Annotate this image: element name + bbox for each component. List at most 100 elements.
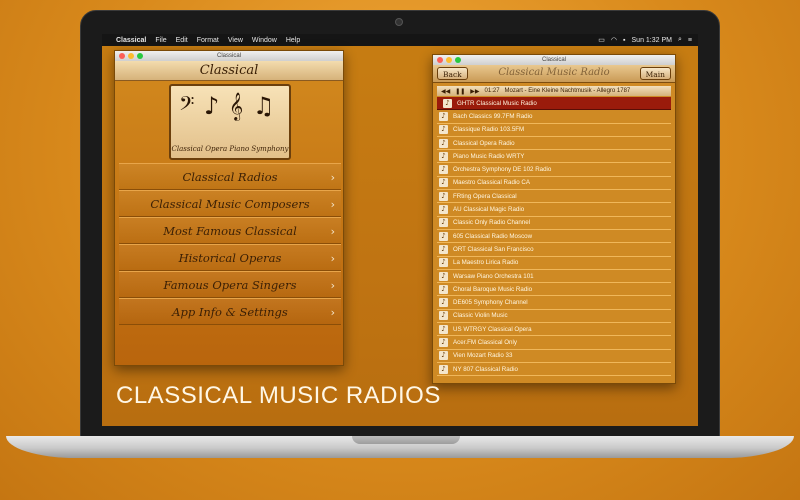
- menu-item-settings[interactable]: App Info & Settings ›: [119, 298, 341, 325]
- station-row[interactable]: ♪ FRting Opera Classical: [437, 190, 671, 204]
- chevron-right-icon: ›: [330, 252, 335, 265]
- search-icon[interactable]: ⌕: [678, 36, 682, 44]
- menu-item-most-famous[interactable]: Most Famous Classical ›: [119, 217, 341, 244]
- now-playing: Mozart - Eine Kleine Nachtmusik - Allegr…: [504, 88, 631, 94]
- radio-note-icon: ♪: [439, 244, 448, 254]
- pause-icon[interactable]: ❚❚: [455, 88, 465, 95]
- station-row[interactable]: ♪ Classical Opera Radio: [437, 136, 671, 151]
- minimize-button[interactable]: [446, 57, 452, 63]
- station-name: ORT Classical San Francisco: [453, 245, 534, 253]
- music-notes-icon: 𝄢 ♪ 𝄞 ♫: [179, 92, 276, 120]
- station-row[interactable]: ♪ Orchestra Symphony DE 102 Radio: [437, 163, 671, 177]
- logo-caption: Classical Opera Piano Symphony: [171, 145, 289, 153]
- menu-item-opera-singers[interactable]: Famous Opera Singers ›: [119, 271, 341, 298]
- station-row[interactable]: ♪ Classic Only Radio Channel: [437, 216, 671, 230]
- station-name: Acer.FM Classical Only: [453, 338, 517, 346]
- promo-caption: CLASSICAL MUSIC RADIOS: [116, 382, 441, 409]
- chevron-right-icon: ›: [330, 279, 335, 292]
- menu-list-icon[interactable]: ≡: [688, 37, 692, 44]
- station-row[interactable]: ♪ Maestro Classical Radio CA: [437, 176, 671, 191]
- chevron-right-icon: ›: [330, 171, 335, 184]
- station-row[interactable]: ♪ Warsaw Piano Orchestra 101: [437, 269, 671, 284]
- station-row[interactable]: ♪ Choral Baroque Music Radio: [437, 283, 671, 297]
- station-row[interactable]: ♪ GHTR Classical Music Radio: [437, 97, 671, 111]
- menu-item-classical-radios[interactable]: Classical Radios ›: [119, 163, 341, 190]
- left-window-titlebar[interactable]: Classical: [115, 51, 343, 61]
- status-area: ▭ ◠ ▪ Sun 1:32 PM ⌕ ≡: [598, 36, 692, 44]
- station-row[interactable]: ♪ 605 Classical Radio Moscow: [437, 229, 671, 244]
- radio-note-icon: ♪: [439, 191, 448, 201]
- camera-icon: [395, 18, 403, 26]
- radio-list-window: Classical Back Classical Music Radio Mai…: [432, 54, 676, 384]
- station-name: Classic Violin Music: [453, 312, 508, 320]
- station-name: Vien Mozart Radio 33: [453, 352, 513, 360]
- menu-format[interactable]: Format: [197, 37, 219, 44]
- left-window-title: Classical: [216, 53, 241, 59]
- main-menu-list: Classical Radios › Classical Music Compo…: [119, 163, 341, 325]
- playback-time: 01:27: [484, 88, 500, 94]
- station-name: Bach Classics 99.7FM Radio: [453, 112, 533, 120]
- station-name: NY 807 Classical Radio: [453, 365, 518, 373]
- station-row[interactable]: ♪ US WTRGY Classical Opera: [437, 323, 671, 337]
- laptop-notch: [352, 436, 460, 444]
- station-row[interactable]: ♪ Classic Violin Music: [437, 309, 671, 324]
- station-name: Piano Music Radio WRTY: [453, 152, 525, 160]
- station-row[interactable]: ♪ Classique Radio 103.5FM: [437, 123, 671, 137]
- radio-note-icon: ♪: [439, 271, 448, 281]
- station-name: US WTRGY Classical Opera: [453, 325, 532, 333]
- station-row[interactable]: ♪ Vien Mozart Radio 33: [437, 349, 671, 363]
- menu-app-name[interactable]: Classical: [116, 37, 146, 44]
- station-row[interactable]: ♪ La Maestro Lirica Radio: [437, 256, 671, 270]
- station-name: 605 Classical Radio Moscow: [453, 232, 533, 240]
- clock[interactable]: Sun 1:32 PM: [632, 37, 672, 44]
- menu-file[interactable]: File: [155, 37, 166, 44]
- menu-edit[interactable]: Edit: [176, 37, 188, 44]
- station-row[interactable]: ♪ Bach Classics 99.7FM Radio: [437, 110, 671, 124]
- station-row[interactable]: ♪ ORT Classical San Francisco: [437, 243, 671, 257]
- radio-note-icon: ♪: [439, 364, 448, 374]
- radio-note-icon: ♪: [443, 98, 452, 108]
- main-menu-window: Classical Classical 𝄢 ♪ 𝄞 ♫ Classical Op…: [114, 50, 344, 366]
- menu-item-historical-operas[interactable]: Historical Operas ›: [119, 244, 341, 271]
- rewind-icon[interactable]: ◀◀: [441, 88, 450, 95]
- menu-help[interactable]: Help: [286, 37, 300, 44]
- menu-bar: Classical File Edit Format View Window H…: [102, 34, 698, 46]
- forward-icon[interactable]: ▶▶: [470, 88, 479, 95]
- station-row[interactable]: ♪ NY 807 Classical Radio: [437, 362, 671, 377]
- radio-note-icon: ♪: [439, 205, 448, 215]
- menu-item-composers[interactable]: Classical Music Composers ›: [119, 190, 341, 217]
- station-name: Classic Only Radio Channel: [453, 219, 531, 227]
- station-row[interactable]: ♪ DE605 Symphony Channel: [437, 296, 671, 310]
- menu-view[interactable]: View: [228, 37, 243, 44]
- close-button[interactable]: [437, 57, 443, 63]
- station-name: DE605 Symphony Channel: [453, 299, 528, 307]
- menu-item-label: Historical Operas: [178, 250, 282, 265]
- station-row[interactable]: ♪ AU Classical Magic Radio: [437, 203, 671, 217]
- station-row[interactable]: ♪ Acer.FM Classical Only: [437, 336, 671, 350]
- menu-item-label: Classical Radios: [182, 169, 278, 184]
- radio-note-icon: ♪: [439, 231, 448, 241]
- radio-note-icon: ♪: [439, 125, 448, 135]
- zoom-button[interactable]: [137, 53, 143, 59]
- flag-icon[interactable]: ▪: [623, 37, 625, 44]
- radio-note-icon: ♪: [439, 218, 448, 228]
- radio-note-icon: ♪: [439, 298, 448, 308]
- station-name: La Maestro Lirica Radio: [453, 259, 519, 267]
- radio-note-icon: ♪: [439, 324, 448, 334]
- battery-icon[interactable]: ▭: [598, 36, 605, 44]
- zoom-button[interactable]: [455, 57, 461, 63]
- close-button[interactable]: [119, 53, 125, 59]
- radio-toolbar: Back Classical Music Radio Main: [433, 65, 675, 83]
- right-window-titlebar[interactable]: Classical: [433, 55, 675, 65]
- radio-note-icon: ♪: [439, 284, 448, 294]
- station-name: Orchestra Symphony DE 102 Radio: [453, 166, 552, 174]
- radio-note-icon: ♪: [439, 151, 448, 161]
- menu-window[interactable]: Window: [252, 37, 277, 44]
- station-row[interactable]: ♪ Piano Music Radio WRTY: [437, 150, 671, 164]
- main-button[interactable]: Main: [639, 67, 671, 80]
- radio-note-icon: ♪: [439, 337, 448, 347]
- wifi-icon[interactable]: ◠: [611, 36, 617, 44]
- menu-item-label: Famous Opera Singers: [163, 277, 297, 292]
- minimize-button[interactable]: [128, 53, 134, 59]
- radio-note-icon: ♪: [439, 111, 448, 121]
